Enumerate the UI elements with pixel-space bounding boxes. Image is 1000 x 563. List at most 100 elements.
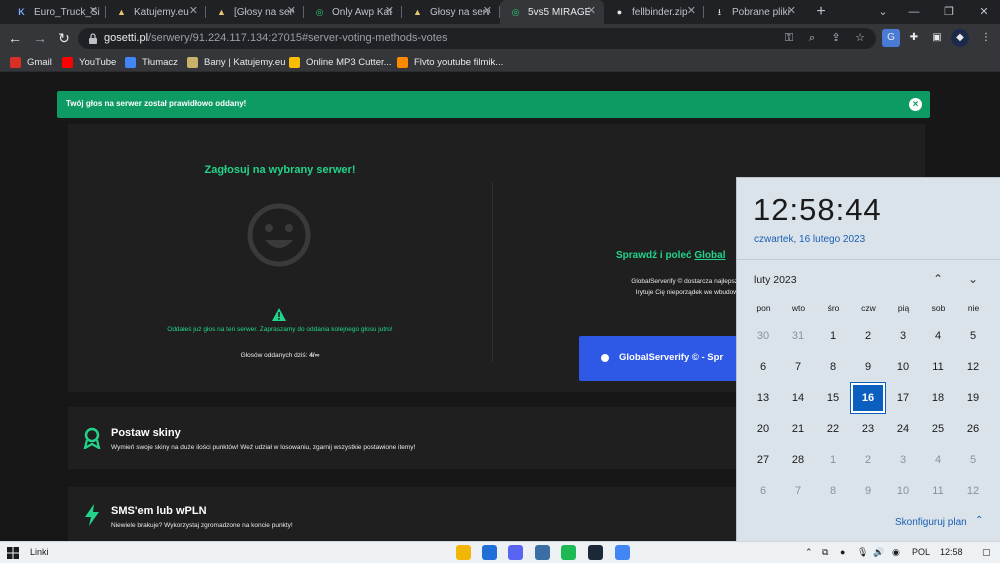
back-button[interactable]: ←: [6, 29, 24, 47]
calendar-day[interactable]: 1: [816, 445, 850, 475]
file-explorer-icon[interactable]: [456, 545, 471, 560]
store-icon[interactable]: [482, 545, 497, 560]
notification-icon[interactable]: ▢: [982, 546, 991, 559]
calendar-day[interactable]: 17: [886, 383, 920, 413]
calendar-day[interactable]: 30: [746, 321, 780, 351]
calendar-day[interactable]: 4: [921, 445, 955, 475]
tab-search-icon[interactable]: ⌄: [874, 3, 892, 21]
calendar-day[interactable]: 23: [851, 414, 885, 444]
links-toolbar-label[interactable]: Linki: [30, 547, 49, 557]
browser-icon[interactable]: [535, 545, 550, 560]
close-icon[interactable]: ✕: [89, 6, 98, 17]
calendar-day[interactable]: 20: [746, 414, 780, 444]
calendar-day[interactable]: 28: [781, 445, 815, 475]
calendar-day[interactable]: 25: [921, 414, 955, 444]
network-icon[interactable]: ⧉: [822, 546, 828, 559]
calendar-day[interactable]: 9: [851, 476, 885, 506]
share-icon[interactable]: ⇪: [828, 30, 844, 46]
calendar-day[interactable]: 15: [816, 383, 850, 413]
calendar-day-today[interactable]: 16: [850, 382, 886, 414]
calendar-day[interactable]: 21: [781, 414, 815, 444]
bookmark-flvto[interactable]: Flvto youtube filmik...: [397, 54, 503, 70]
chevron-up-icon[interactable]: ⌃: [805, 546, 813, 559]
calendar-day[interactable]: 10: [886, 352, 920, 382]
close-icon[interactable]: ✕: [189, 6, 198, 17]
profile-avatar[interactable]: ◆: [951, 29, 969, 47]
calendar-day[interactable]: 19: [956, 383, 990, 413]
calendar-day[interactable]: 7: [781, 476, 815, 506]
bookmark-bany[interactable]: Bany | Katujemy.eu: [187, 54, 286, 70]
chevron-up-icon[interactable]: ⌃: [975, 515, 983, 526]
address-bar[interactable]: gosetti.pl/serwery/91.224.117.134:27015#…: [78, 28, 876, 49]
calendar-day[interactable]: 2: [851, 445, 885, 475]
calendar-day[interactable]: 9: [851, 352, 885, 382]
close-icon[interactable]: ✕: [385, 6, 394, 17]
microphone-icon[interactable]: 🎙: [857, 546, 868, 559]
calendar-day[interactable]: 5: [956, 445, 990, 475]
calendar-day[interactable]: 13: [746, 383, 780, 413]
windows-start-icon[interactable]: [7, 547, 19, 559]
translate-extension-icon[interactable]: G: [882, 29, 900, 47]
month-label[interactable]: luty 2023: [754, 274, 797, 286]
tab-glosy-2[interactable]: ▲ Głosy na serw ✕: [402, 0, 500, 24]
calendar-day[interactable]: 26: [956, 414, 990, 444]
steam-tray-icon[interactable]: ◉: [892, 546, 900, 559]
calendar-day[interactable]: 14: [781, 383, 815, 413]
calendar-day[interactable]: 27: [746, 445, 780, 475]
close-window-button[interactable]: ✕: [975, 3, 993, 21]
calendar-day[interactable]: 18: [921, 383, 955, 413]
tab-pobrane-pliki[interactable]: ⭳ Pobrane pliki ✕: [704, 0, 804, 24]
menu-kebab-icon[interactable]: ⋮: [977, 29, 995, 47]
taskbar-clock[interactable]: 12:58: [940, 546, 963, 559]
bookmark-mp3-cutter[interactable]: Online MP3 Cutter...: [289, 54, 392, 70]
tab-5vs5-mirage[interactable]: ◎ 5vs5 MIRAGE ✕: [500, 0, 604, 24]
bookmark-gmail[interactable]: Gmail: [10, 54, 52, 70]
close-icon[interactable]: ✕: [687, 6, 696, 17]
calendar-day[interactable]: 3: [886, 321, 920, 351]
close-icon[interactable]: ✕: [483, 6, 492, 17]
extensions-puzzle-icon[interactable]: ✚: [905, 29, 923, 47]
bookmark-tlumacz[interactable]: Tłumacz: [125, 54, 178, 70]
tab-glosy-1[interactable]: ▲ [Głosy na serw ✕: [206, 0, 304, 24]
chevron-up-icon[interactable]: ⌃: [930, 271, 946, 287]
globalserverify-link[interactable]: Global: [694, 250, 725, 261]
side-panel-icon[interactable]: ▣: [928, 29, 946, 47]
calendar-day[interactable]: 1: [816, 321, 850, 351]
close-icon[interactable]: ✕: [787, 6, 796, 17]
calendar-day[interactable]: 2: [851, 321, 885, 351]
volume-icon[interactable]: 🔊: [873, 546, 884, 559]
tab-euro-truck[interactable]: K Euro_Truck_Si ✕: [6, 0, 106, 24]
bookmark-youtube[interactable]: YouTube: [62, 54, 116, 70]
reload-button[interactable]: ↻: [55, 29, 73, 47]
calendar-day[interactable]: 11: [921, 352, 955, 382]
app-tray-icon[interactable]: ●: [840, 546, 845, 559]
calendar-day[interactable]: 22: [816, 414, 850, 444]
feature-postaw-skiny[interactable]: Postaw skiny Wymień swoje skiny na duże …: [68, 407, 736, 469]
close-icon[interactable]: ✕: [587, 6, 596, 17]
calendar-day[interactable]: 31: [781, 321, 815, 351]
new-tab-button[interactable]: +: [812, 3, 830, 21]
calendar-day[interactable]: 6: [746, 476, 780, 506]
close-icon[interactable]: ✕: [287, 6, 296, 17]
restore-button[interactable]: ❐: [940, 3, 958, 21]
calendar-day[interactable]: 8: [816, 476, 850, 506]
feature-sms[interactable]: SMS'em lub wPLN Niewiele brakuje? Wykorz…: [68, 487, 736, 541]
calendar-day[interactable]: 11: [921, 476, 955, 506]
configure-plan-link[interactable]: Skonfiguruj plan: [895, 517, 967, 528]
calendar-day[interactable]: 12: [956, 352, 990, 382]
tab-katujemy[interactable]: ▲ Katujemy.eu ✕: [106, 0, 206, 24]
globalserverify-button[interactable]: GlobalServerify © - Spr: [579, 336, 749, 381]
star-icon[interactable]: ☆: [852, 30, 868, 46]
calendar-day[interactable]: 12: [956, 476, 990, 506]
calendar-day[interactable]: 7: [781, 352, 815, 382]
chrome-icon[interactable]: [615, 545, 630, 560]
tab-fellbinder[interactable]: ● fellbinder.zip ✕: [604, 0, 704, 24]
calendar-day[interactable]: 8: [816, 352, 850, 382]
spotify-icon[interactable]: [561, 545, 576, 560]
date-link[interactable]: czwartek, 16 lutego 2023: [754, 234, 865, 245]
chevron-down-icon[interactable]: ⌄: [965, 271, 981, 287]
calendar-day[interactable]: 3: [886, 445, 920, 475]
calendar-day[interactable]: 24: [886, 414, 920, 444]
forward-button[interactable]: →: [31, 29, 49, 47]
calendar-day[interactable]: 5: [956, 321, 990, 351]
